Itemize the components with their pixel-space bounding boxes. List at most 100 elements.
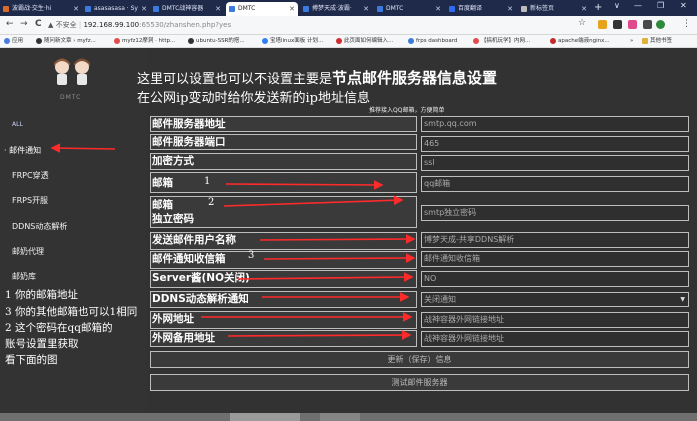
browser-tab[interactable]: DMTC战神容器 ✕ (150, 2, 224, 16)
sender-name-label: 发送邮件用户名称 (150, 232, 417, 250)
back-icon[interactable]: ← (6, 19, 14, 29)
insecure-warning: ▲ 不安全 (48, 21, 77, 29)
browser-tab[interactable]: asasasasa · Sy ✕ (82, 2, 150, 16)
tab-label: 新标签页 (530, 5, 555, 12)
browser-tab-active[interactable]: DMTC ✕ (226, 2, 298, 16)
window-close-icon[interactable]: ✕ (680, 1, 687, 10)
notify-inbox-input[interactable]: 邮件通知收信箱 (421, 251, 689, 267)
sender-name-input[interactable]: 博梦天成-共享DDNS解析 (421, 232, 689, 248)
profile-avatar[interactable] (656, 20, 665, 29)
annotation-number-1: 1 (204, 176, 211, 187)
maximize-icon[interactable]: ❐ (657, 1, 664, 10)
tab-favicon-icon (377, 6, 383, 12)
sidebar-item-frps[interactable]: FRPS开服 (12, 195, 48, 206)
tab-label: asasasasa · Sy (94, 5, 138, 12)
save-button[interactable]: 更新（保存）信息 (150, 351, 689, 368)
tab-label: 搏梦天成·波霸· (312, 5, 352, 12)
test-mail-button[interactable]: 测试邮件服务器 (150, 374, 689, 391)
smtp-port-input[interactable]: 465 (421, 136, 689, 152)
bookmark-item[interactable]: 此页面如何编辑入... (336, 36, 393, 46)
tab-favicon-icon (153, 6, 159, 12)
close-icon[interactable]: ✕ (141, 2, 147, 16)
serverchan-input[interactable]: NO (421, 271, 689, 287)
extension-icon[interactable] (628, 20, 637, 29)
taskbar-item[interactable] (230, 413, 300, 421)
wan-address-input[interactable]: 战神容器外网链接地址 (421, 312, 689, 328)
sidebar-item-proxy[interactable]: 邮奶代理 (12, 246, 44, 257)
browser-tab[interactable]: 百度翻译 ✕ (446, 2, 516, 16)
tab-favicon-icon (303, 6, 309, 12)
email-password-input[interactable]: smtp独立密码 (421, 205, 689, 221)
browser-tab[interactable]: DMTC ✕ (374, 2, 444, 16)
encryption-label: 加密方式 (150, 153, 417, 170)
qq-recommend-note: 推荐接入QQ邮箱，方便简单 (369, 107, 445, 114)
bookmark-item[interactable]: 应用 (4, 36, 23, 46)
close-icon[interactable]: ✕ (507, 2, 513, 16)
bookmarks-bar: 应用 随问新文章 › myfz... myfz12摩洞 · http... ub… (0, 35, 697, 48)
sidebar-item-library[interactable]: 邮奶库 (12, 271, 36, 282)
extension-icon[interactable] (613, 20, 622, 29)
close-icon[interactable]: ✕ (215, 2, 221, 16)
address-bar: ← → C ▲ 不安全 | 192.168.99.100:65530/zhans… (0, 16, 697, 35)
sidebar-item-mail-notify[interactable]: · 邮件通知 (4, 145, 41, 156)
close-icon[interactable]: ✕ (363, 2, 369, 16)
sidebar-item-frpc[interactable]: FRPC穿透 (12, 170, 49, 181)
close-icon[interactable]: ✕ (73, 2, 79, 16)
email-input[interactable]: qq邮箱 (421, 176, 689, 192)
smtp-host-input[interactable]: smtp.qq.com (421, 116, 689, 132)
tab-favicon-icon (85, 6, 91, 12)
browser-tab[interactable]: 搏梦天成·波霸· ✕ (300, 2, 372, 16)
bookmark-item[interactable]: 宝塔linux面板 计划... (262, 36, 323, 46)
bookmark-icon (408, 37, 414, 44)
bookmark-icon (188, 37, 194, 44)
folder-icon (642, 37, 648, 44)
browser-tab[interactable]: 新标签页 ✕ (518, 2, 590, 16)
notify-inbox-label: 邮件通知收信箱 (150, 251, 417, 269)
url-field[interactable]: ▲ 不安全 | 192.168.99.100:65530/zhanshen.ph… (48, 20, 231, 30)
extension-icon[interactable] (643, 20, 652, 29)
bookmark-item[interactable]: frps dashboard (408, 36, 457, 46)
serverchan-label: Server酱(NO关闭) (150, 270, 417, 288)
forward-icon[interactable]: → (20, 19, 28, 29)
apps-icon (4, 37, 10, 44)
tab-label: 波霸战·交生·hi (12, 5, 52, 12)
browser-tab[interactable]: 波霸战·交生·hi ✕ (0, 2, 82, 16)
tab-label: 百度翻译 (458, 5, 483, 12)
close-icon[interactable]: ✕ (289, 2, 295, 16)
bookmark-item[interactable]: apache端液nginx... (550, 36, 610, 46)
annotation-number-3: 3 (248, 250, 255, 261)
close-icon[interactable]: ✕ (435, 2, 441, 16)
minimize-icon[interactable]: — (634, 1, 642, 10)
bookmark-item[interactable]: 【搞机玩学】内网... (473, 36, 530, 46)
tab-search-icon[interactable]: ∨ (614, 1, 620, 10)
annotation-number-2: 2 (208, 197, 215, 208)
encryption-input[interactable]: ssl (421, 155, 689, 171)
bookmark-item[interactable]: myfz12摩洞 · http... (114, 36, 175, 46)
url-host: 192.168.99.100 (83, 21, 140, 29)
taskbar-item[interactable] (320, 413, 360, 421)
sidebar-item-ddns[interactable]: DDNS动态解析 (12, 221, 67, 232)
page-heading: 这里可以设置也可以不设置主要是节点邮件服务器信息设置 (137, 69, 498, 87)
extension-icon[interactable] (598, 20, 607, 29)
chevron-down-icon: ▼ (680, 296, 685, 303)
bookmarks-more-button[interactable]: » (630, 36, 633, 46)
bookmark-star-icon[interactable]: ☆ (578, 18, 586, 28)
menu-icon[interactable]: ⋮ (682, 19, 691, 29)
tab-favicon-icon (3, 6, 9, 12)
ddns-notify-select[interactable]: 关闭通知 ▼ (421, 292, 689, 307)
bookmark-icon (473, 37, 479, 44)
tab-label: DMTC (238, 5, 256, 12)
note-line: 看下面的图 (5, 354, 58, 366)
note-line: 2 这个密码在qq邮箱的 (5, 322, 113, 334)
close-icon[interactable]: ✕ (581, 2, 587, 16)
tab-favicon-icon (521, 6, 527, 12)
logo-text: DMTC (60, 94, 82, 101)
bookmark-item[interactable]: 随问新文章 › myfz... (36, 36, 96, 46)
logo-icon (54, 58, 90, 85)
reload-icon[interactable]: C (35, 19, 42, 29)
bookmark-item[interactable]: 其他书签 (642, 36, 672, 46)
bookmark-item[interactable]: ubuntu-SSR的搭... (188, 36, 245, 46)
new-tab-button[interactable]: + (594, 2, 602, 14)
sidebar-item-all[interactable]: ALL (12, 121, 23, 128)
wan-backup-input[interactable]: 战神容器外网链接地址 (421, 331, 689, 347)
